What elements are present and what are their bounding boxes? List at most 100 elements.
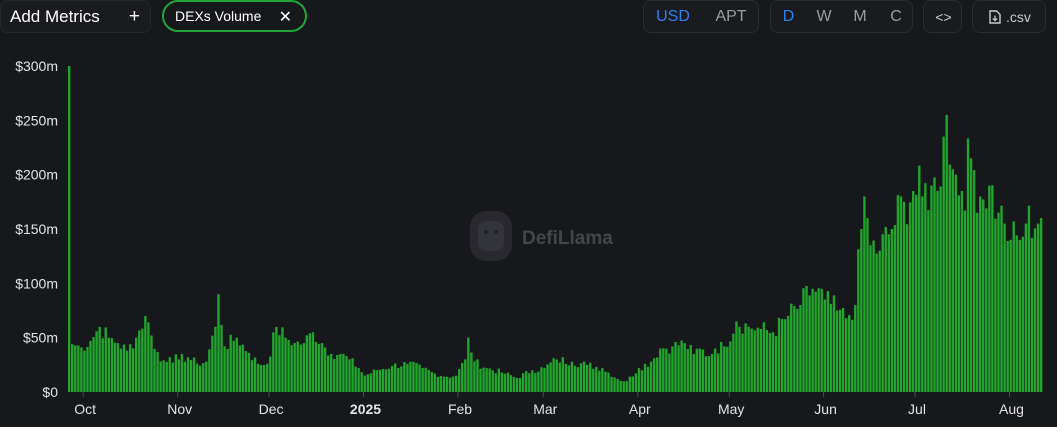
bar [147, 322, 150, 392]
bar [674, 342, 677, 392]
bar [735, 321, 738, 392]
bar [628, 376, 632, 392]
bar [823, 299, 827, 392]
y-tick-label: $150m [15, 221, 58, 237]
bar [110, 338, 114, 392]
bar [461, 362, 464, 392]
x-tick-label: Oct [74, 401, 96, 417]
bar [695, 348, 699, 392]
bar [247, 352, 251, 392]
bar [634, 373, 638, 392]
bar [119, 348, 123, 392]
bar [936, 190, 939, 392]
bar [945, 114, 948, 393]
bar [1000, 205, 1003, 392]
bar [692, 353, 695, 392]
bar [960, 190, 964, 392]
dex-volume-chart: DefiLlama $0 $50m $100m $150m $200m $250m $300… [15, 58, 1043, 417]
bar [567, 365, 571, 392]
bar [848, 315, 851, 392]
bar [162, 360, 165, 392]
bar [741, 333, 744, 392]
bar [570, 361, 574, 392]
bar [168, 357, 171, 392]
bar [71, 344, 74, 392]
bar [424, 367, 427, 392]
bar [595, 366, 598, 392]
bar [954, 174, 958, 392]
y-tick-label: $300m [15, 58, 58, 74]
bar [253, 357, 257, 392]
bar [744, 323, 747, 392]
bar [552, 358, 555, 392]
bar [814, 291, 817, 392]
x-tick-label: Jul [908, 401, 926, 417]
bar [122, 344, 126, 392]
bar [311, 332, 315, 392]
bar [1015, 235, 1018, 392]
bar [272, 332, 275, 392]
bar [366, 374, 369, 392]
bar [317, 343, 321, 392]
bar [135, 337, 138, 392]
bar [509, 375, 513, 392]
y-tick-label: $50m [23, 330, 58, 346]
bar [887, 234, 890, 392]
bar [710, 353, 714, 392]
bar [192, 357, 196, 392]
bar [911, 190, 915, 392]
watermark: DefiLlama [470, 211, 613, 261]
bar [555, 359, 558, 392]
bar [820, 288, 823, 392]
bar [893, 225, 897, 392]
bar [851, 319, 854, 392]
bar [662, 348, 665, 392]
bar [854, 305, 857, 392]
bar [525, 371, 528, 392]
bar [244, 351, 248, 392]
bar [832, 295, 836, 392]
bar [488, 368, 491, 392]
bar [564, 363, 568, 392]
bar [512, 376, 516, 392]
bar [473, 361, 476, 392]
bar [305, 335, 309, 392]
bar [521, 373, 525, 392]
bar [677, 345, 680, 392]
bar [448, 377, 452, 392]
bar [686, 348, 689, 392]
bar [905, 224, 909, 392]
bar [226, 348, 229, 392]
bar [153, 349, 156, 392]
bar [534, 372, 537, 392]
bar [942, 136, 945, 392]
bar [372, 369, 376, 392]
bar [966, 138, 970, 392]
bar [857, 249, 860, 392]
bar [732, 333, 735, 392]
bar [1021, 236, 1025, 392]
bar [531, 370, 534, 392]
bar [689, 344, 692, 392]
bar [875, 253, 878, 392]
bar [866, 218, 869, 392]
bar [235, 337, 238, 392]
bar [256, 363, 260, 392]
bar [479, 368, 482, 392]
bar [930, 185, 933, 392]
bar [1006, 241, 1009, 392]
bar [86, 346, 89, 392]
bar [470, 352, 473, 392]
bar [671, 346, 674, 392]
bar [1027, 205, 1031, 392]
bar [790, 303, 793, 392]
bar [348, 359, 351, 392]
bar [464, 359, 467, 392]
bar [220, 324, 223, 392]
bar [713, 348, 717, 392]
bar [125, 350, 129, 392]
x-tick-label: 2025 [350, 401, 381, 417]
bar [174, 354, 178, 392]
bar [979, 196, 982, 392]
llama-logo-icon [470, 211, 512, 261]
